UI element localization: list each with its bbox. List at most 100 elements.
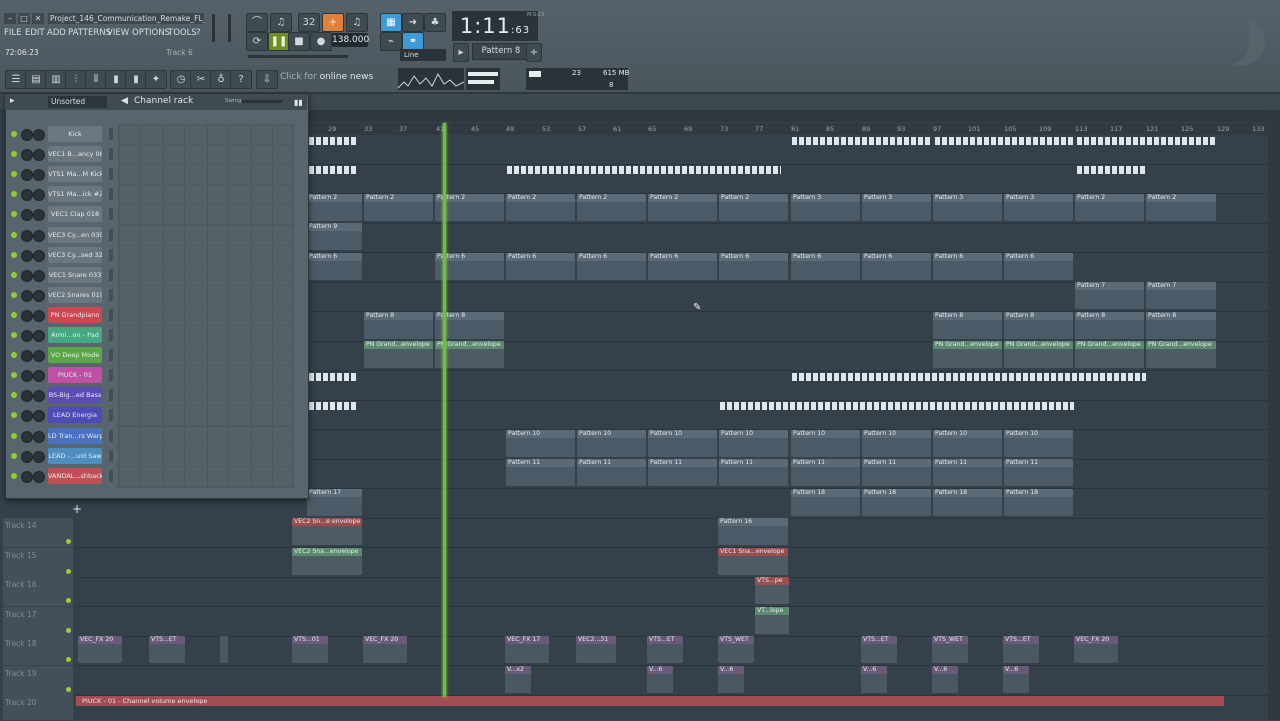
channel-volume-knob[interactable] [33, 189, 45, 202]
pattern-prev-icon[interactable]: ▸ [453, 43, 469, 62]
clip-pn-envelope[interactable]: PN Grand...envelope [1146, 341, 1216, 368]
channel-steps[interactable] [120, 466, 292, 486]
clip-pattern-2[interactable]: Pattern 2 [719, 194, 788, 221]
clip-pattern-6[interactable]: Pattern 6 [506, 253, 575, 280]
clip-pattern-2[interactable]: Pattern 2 [364, 194, 433, 221]
channel-name-button[interactable]: BS-Big...ed Bass [48, 387, 102, 404]
channel-mute-led-icon[interactable] [11, 211, 17, 218]
menu-options[interactable]: OPTIONS [132, 28, 170, 38]
clip-pattern-10[interactable]: Pattern 10 [719, 430, 788, 457]
channel-mute-led-icon[interactable] [11, 352, 17, 359]
pattern-song-toggle-icon[interactable]: ⌒ [246, 13, 268, 32]
channel-select[interactable] [109, 349, 113, 362]
track-mute-icon[interactable] [66, 598, 71, 603]
graph-editor-icon[interactable]: ▮▮ [294, 98, 303, 107]
playhead[interactable] [443, 123, 446, 697]
clip-pattern-10[interactable]: Pattern 10 [577, 430, 646, 457]
channel-name-button[interactable]: VTS1 Ma...ick #2 [48, 186, 102, 203]
track-mute-icon[interactable] [66, 657, 71, 662]
channel-volume-knob[interactable] [33, 350, 45, 363]
track-mute-icon[interactable] [66, 569, 71, 574]
track-mute-icon[interactable] [66, 687, 71, 692]
track-header-15[interactable]: Track 15 [3, 548, 73, 578]
channel-steps[interactable] [120, 366, 292, 386]
wait-input-icon[interactable]: + [322, 13, 344, 32]
clip-pattern-3[interactable]: Pattern 3 [933, 194, 1002, 221]
channel-volume-knob[interactable] [33, 450, 45, 463]
clip-pattern-8[interactable]: Pattern 8 [1004, 312, 1073, 339]
channel-volume-knob[interactable] [33, 249, 45, 262]
clip-pattern-18[interactable]: Pattern 18 [1004, 489, 1073, 516]
clip-pattern-beats[interactable] [792, 137, 932, 145]
channel-pan-knob[interactable] [21, 249, 33, 262]
clip-audio[interactable]: V...6 [1003, 666, 1029, 693]
master-volume-slider[interactable] [212, 14, 215, 42]
channel-pan-knob[interactable] [21, 430, 33, 443]
channel-mute-led-icon[interactable] [11, 151, 17, 158]
clip-pattern-6[interactable]: Pattern 6 [577, 253, 646, 280]
news-link[interactable]: online news [320, 72, 374, 82]
channel-name-button[interactable]: VEC1 B...ancy 06 [48, 146, 102, 163]
lane-9[interactable] [307, 371, 1268, 401]
channel-pan-knob[interactable] [21, 370, 33, 383]
clip-pattern-10[interactable]: Pattern 10 [648, 430, 717, 457]
clip-pattern-8[interactable]: Pattern 8 [1146, 312, 1216, 339]
record-button[interactable]: ● [310, 32, 332, 51]
clip-pattern-beats[interactable] [507, 166, 781, 174]
clip-pattern-8[interactable]: Pattern 8 [364, 312, 433, 339]
channel-steps[interactable] [120, 185, 292, 205]
channel-mute-led-icon[interactable] [11, 372, 17, 379]
lane-7[interactable]: Pattern 8 Pattern 8 Pattern 8 Pattern 8 … [307, 312, 1268, 342]
channel-steps[interactable] [120, 285, 292, 305]
lane-13[interactable]: Pattern 17 Pattern 18 Pattern 18 Pattern… [307, 489, 1268, 519]
clip-audio[interactable]: V...x2 [505, 666, 531, 693]
channel-volume-knob[interactable] [33, 149, 45, 162]
clip-pattern-2[interactable]: Pattern 2 [648, 194, 717, 221]
channel-pan-knob[interactable] [21, 350, 33, 363]
channel-steps[interactable] [120, 245, 292, 265]
clip-pattern-6[interactable]: Pattern 6 [862, 253, 931, 280]
channel-select[interactable] [109, 409, 113, 422]
channel-select[interactable] [109, 208, 113, 221]
channel-select[interactable] [109, 469, 113, 482]
channel-mute-led-icon[interactable] [11, 392, 17, 399]
clip-pattern-9[interactable]: Pattern 9 [307, 223, 362, 250]
channel-name-button[interactable]: VEC1 Clap 018 [48, 206, 102, 223]
snap-icon[interactable]: ⌁ [380, 32, 402, 51]
metronome-icon[interactable]: ♫ [270, 13, 292, 32]
clip-pn-envelope[interactable]: PN Grand...envelope [1004, 341, 1073, 368]
clip-pattern-10[interactable]: Pattern 10 [791, 430, 860, 457]
clip-audio[interactable] [220, 636, 228, 663]
channel-row[interactable]: VEC2 Snares 019 [8, 285, 304, 305]
channel-row[interactable]: PN Grandpiano [8, 305, 304, 325]
channel-name-button[interactable]: VEC3 Cy...sed 32 [48, 246, 102, 263]
channel-row[interactable]: VO Deep Mode [8, 346, 304, 366]
channel-name-button[interactable]: PIUCK - 01 [48, 367, 102, 384]
channel-select[interactable] [109, 248, 113, 261]
channel-select[interactable] [109, 288, 113, 301]
menu-tools[interactable]: TOOLS [168, 28, 197, 38]
channel-mute-led-icon[interactable] [11, 171, 17, 178]
channel-volume-knob[interactable] [33, 289, 45, 302]
channel-volume-knob[interactable] [33, 370, 45, 383]
menu-patterns[interactable]: PATTERNS [68, 28, 111, 38]
channel-mute-led-icon[interactable] [11, 332, 17, 338]
channel-steps[interactable] [120, 305, 292, 325]
channel-pan-knob[interactable] [21, 289, 33, 302]
channel-volume-knob[interactable] [33, 410, 45, 423]
clip-pattern-7[interactable]: Pattern 7 [1075, 282, 1144, 309]
channel-row[interactable]: VEC1 Clap 018 [8, 205, 304, 225]
clip-pattern-2[interactable]: Pattern 2 [506, 194, 575, 221]
channel-steps[interactable] [120, 406, 292, 426]
typing-keyboard-icon[interactable]: ▦ [380, 13, 402, 32]
lane-1[interactable] [307, 135, 1268, 165]
clip-pattern-6[interactable]: Pattern 6 [307, 253, 362, 280]
clip-audio[interactable]: VTS...01 [292, 636, 328, 663]
lane-16[interactable]: VTS...pe [76, 577, 1268, 607]
channel-rack-icon[interactable]: ▥ [45, 70, 67, 89]
channel-icon[interactable]: ▮ [105, 70, 127, 89]
help-icon[interactable]: ? [230, 70, 252, 89]
channel-filter-select[interactable]: Unsorted [48, 96, 107, 108]
channel-steps[interactable] [120, 145, 292, 165]
channel-row[interactable]: PIUCK - 01 [8, 366, 304, 386]
